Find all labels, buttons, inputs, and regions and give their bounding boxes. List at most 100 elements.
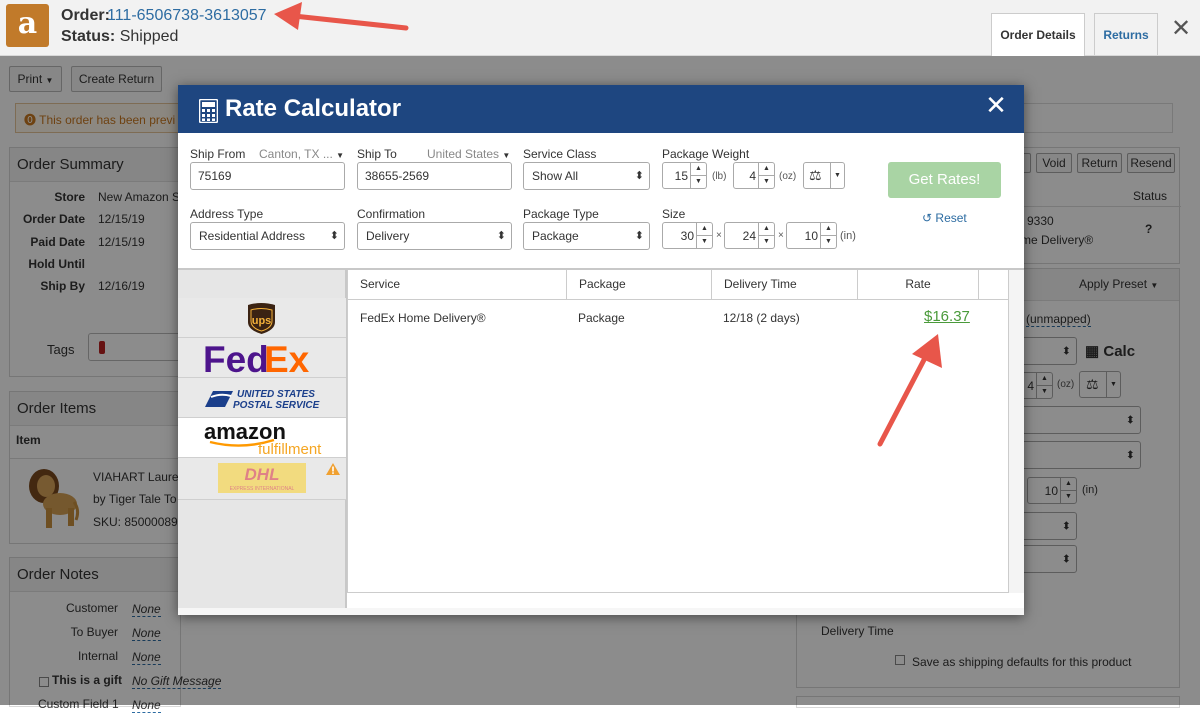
rates-table: Service Package Delivery Time Rate FedEx… xyxy=(347,268,1024,608)
scale-button[interactable]: ⚖ ▼ xyxy=(803,162,845,189)
weight-lb-value: 15 xyxy=(674,169,688,183)
carrier-dhl[interactable]: DHL EXPRESS INTERNATIONAL xyxy=(178,458,346,500)
size-width-stepper[interactable]: 24 ▲ ▼ xyxy=(724,222,775,249)
weight-oz-stepper[interactable]: 4 ▲ ▼ xyxy=(733,162,775,189)
stepper-down-icon[interactable]: ▼ xyxy=(759,236,774,249)
caret-down-icon: ▼ xyxy=(336,151,345,160)
column-header-delivery-time[interactable]: Delivery Time xyxy=(712,270,858,299)
ship-to-select[interactable]: United States ▼ xyxy=(427,147,510,161)
times-sign: × xyxy=(716,230,722,241)
tab-returns[interactable]: Returns xyxy=(1094,13,1158,55)
reset-label: Reset xyxy=(935,211,967,225)
stepper-arrows[interactable]: ▲ ▼ xyxy=(696,223,712,248)
amazon-fulfillment-logo: amazon fulfillment xyxy=(204,420,322,456)
table-scrollbar[interactable] xyxy=(1009,270,1024,593)
order-header: a Order: 111-6506738-3613057 Status: Shi… xyxy=(0,0,1200,56)
ship-from-label: Ship From xyxy=(190,147,246,161)
stepper-arrows[interactable]: ▲ ▼ xyxy=(758,223,774,248)
dhl-text: DHL xyxy=(245,465,280,484)
size-length-value: 30 xyxy=(680,229,694,243)
carrier-amazon[interactable]: amazon fulfillment xyxy=(178,418,346,458)
weight-oz-value: 4 xyxy=(749,169,756,183)
times-sign: × xyxy=(778,230,784,241)
table-header: Service Package Delivery Time Rate xyxy=(347,270,1009,300)
lb-unit: (lb) xyxy=(712,171,727,182)
package-weight-label: Package Weight xyxy=(662,147,750,161)
package-type-select[interactable]: Package xyxy=(523,222,650,250)
fulfillment-word: fulfillment xyxy=(258,441,322,456)
scale-icon: ⚖ xyxy=(809,167,822,183)
table-row[interactable]: FedEx Home Delivery® Package 12/18 (2 da… xyxy=(348,300,1008,336)
stepper-arrows[interactable]: ▲ ▼ xyxy=(690,163,706,188)
order-status: Status: Shipped xyxy=(61,28,178,46)
ups-logo: ups xyxy=(248,303,275,334)
size-label: Size xyxy=(662,207,686,221)
rate-calculator-modal: Rate Calculator ✕ Ship From Canton, TX .… xyxy=(178,85,1024,615)
order-number-link[interactable]: 111-6506738-3613057 xyxy=(107,7,267,25)
stepper-up-icon[interactable]: ▲ xyxy=(691,163,706,176)
ship-from-zip-input[interactable]: 75169 xyxy=(190,162,345,190)
address-type-select[interactable]: Residential Address xyxy=(190,222,345,250)
size-height-stepper[interactable]: 10 ▲ ▼ xyxy=(786,222,837,249)
usps-line1: UNITED STATES xyxy=(237,389,315,400)
usps-logo: UNITED STATES POSTAL SERVICE xyxy=(205,389,320,411)
modal-footer xyxy=(178,608,1024,615)
cell-package: Package xyxy=(578,311,625,325)
fedex-fe: Fed xyxy=(203,340,269,376)
stepper-arrows[interactable]: ▲ ▼ xyxy=(820,223,836,248)
fedex-logo: Fed Ex xyxy=(203,340,310,376)
cell-delivery-time: 12/18 (2 days) xyxy=(723,311,800,325)
status-value: Shipped xyxy=(119,28,179,45)
service-class-select[interactable]: Show All xyxy=(523,162,650,190)
amazon-logo: a xyxy=(6,4,49,47)
column-header-rate[interactable]: Rate xyxy=(858,270,979,299)
caret-down-icon[interactable]: ▼ xyxy=(830,163,844,188)
reset-icon: ↺ xyxy=(922,211,933,225)
stepper-down-icon[interactable]: ▼ xyxy=(691,176,706,189)
warning-icon[interactable] xyxy=(326,463,340,475)
calculator-icon xyxy=(199,99,218,123)
column-header-package[interactable]: Package xyxy=(567,270,712,299)
carrier-list: ups Fed Ex UNITED STATES POSTAL SERVICE … xyxy=(178,268,347,608)
reset-button[interactable]: ↺ Reset xyxy=(922,211,967,225)
ship-from-select[interactable]: Canton, TX ... ▼ xyxy=(259,147,344,161)
ship-to-select-value: United States xyxy=(427,147,500,161)
column-header-service[interactable]: Service xyxy=(348,270,567,299)
size-length-stepper[interactable]: 30 ▲ ▼ xyxy=(662,222,713,249)
in-unit: (in) xyxy=(840,230,856,242)
stepper-up-icon[interactable]: ▲ xyxy=(759,163,774,176)
close-icon[interactable]: ✕ xyxy=(1168,14,1194,43)
oz-unit: (oz) xyxy=(779,171,797,182)
ship-to-label: Ship To xyxy=(357,147,397,161)
tab-order-details[interactable]: Order Details xyxy=(991,13,1085,56)
close-icon[interactable]: ✕ xyxy=(981,91,1011,121)
modal-title: Rate Calculator xyxy=(225,95,402,122)
ups-logo-text: ups xyxy=(252,315,272,327)
get-rates-button[interactable]: Get Rates! xyxy=(888,162,1001,198)
stepper-arrows[interactable]: ▲ ▼ xyxy=(758,163,774,188)
status-label: Status: xyxy=(61,28,116,45)
package-type-label: Package Type xyxy=(523,207,599,221)
usps-line2: POSTAL SERVICE xyxy=(233,400,320,411)
ship-to-zip-input[interactable]: 38655-2569 xyxy=(357,162,512,190)
carrier-fedex[interactable]: Fed Ex xyxy=(178,338,346,378)
carrier-ups[interactable]: ups xyxy=(178,298,346,338)
stepper-down-icon[interactable]: ▼ xyxy=(821,236,836,249)
stepper-up-icon[interactable]: ▲ xyxy=(759,223,774,236)
dhl-sub: EXPRESS INTERNATIONAL xyxy=(230,486,295,492)
cell-service: FedEx Home Delivery® xyxy=(360,311,486,325)
fedex-ex: Ex xyxy=(264,340,310,376)
service-class-label: Service Class xyxy=(523,147,597,161)
stepper-down-icon[interactable]: ▼ xyxy=(759,176,774,189)
dhl-logo: DHL EXPRESS INTERNATIONAL xyxy=(218,463,306,493)
weight-lb-stepper[interactable]: 15 ▲ ▼ xyxy=(662,162,707,189)
stepper-up-icon[interactable]: ▲ xyxy=(697,223,712,236)
carrier-usps[interactable]: UNITED STATES POSTAL SERVICE xyxy=(178,378,346,418)
rate-link[interactable]: $16.37 xyxy=(924,308,970,325)
stepper-down-icon[interactable]: ▼ xyxy=(697,236,712,249)
stepper-up-icon[interactable]: ▲ xyxy=(821,223,836,236)
size-width-value: 24 xyxy=(742,229,756,243)
confirmation-select[interactable]: Delivery xyxy=(357,222,512,250)
order-label: Order: xyxy=(61,7,110,24)
caret-down-icon: ▼ xyxy=(502,151,511,160)
